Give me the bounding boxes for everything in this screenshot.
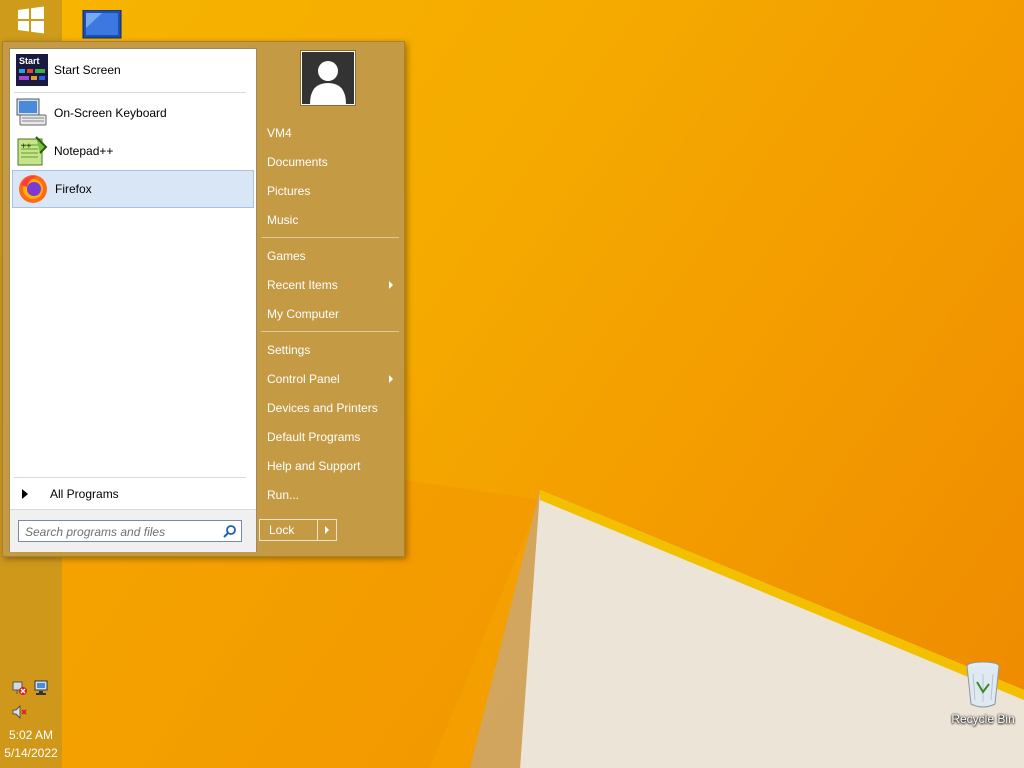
- menu-item-label: Pictures: [267, 184, 311, 198]
- user-avatar-icon: [302, 52, 354, 104]
- program-label: Firefox: [55, 182, 92, 196]
- menu-item-devices-and-printers[interactable]: Devices and Printers: [261, 395, 399, 421]
- recycle-bin-label: Recycle Bin: [951, 712, 1015, 726]
- system-tray: [10, 680, 56, 726]
- menu-item-label: VM4: [267, 126, 292, 140]
- program-start-screen[interactable]: Start Start Screen: [12, 51, 254, 89]
- clock-date: 5/14/2022: [4, 746, 58, 760]
- menu-item-label: Recent Items: [267, 278, 338, 292]
- menu-item-run[interactable]: Run...: [261, 482, 399, 508]
- keyboard-icon: [16, 97, 48, 129]
- separator: [261, 331, 399, 332]
- windows-logo-icon: [18, 6, 44, 34]
- menu-item-documents[interactable]: Documents: [261, 149, 399, 175]
- start-menu: Start Start Screen On-Screen Keyboard ++…: [2, 41, 405, 557]
- separator: [14, 92, 246, 93]
- notepad-plus-plus-icon: ++: [16, 135, 48, 167]
- svg-text:Start: Start: [19, 56, 40, 66]
- menu-item-label: Documents: [267, 155, 328, 169]
- menu-item-default-programs[interactable]: Default Programs: [261, 424, 399, 450]
- recycle-bin[interactable]: Recycle Bin: [946, 660, 1020, 730]
- menu-item-label: My Computer: [267, 307, 340, 321]
- program-label: Start Screen: [54, 63, 121, 77]
- network-icon[interactable]: [34, 680, 50, 696]
- svg-text:++: ++: [21, 141, 32, 151]
- programs-pane: Start Start Screen On-Screen Keyboard ++…: [9, 48, 257, 552]
- program-on-screen-keyboard[interactable]: On-Screen Keyboard: [12, 94, 254, 132]
- separator: [14, 477, 246, 478]
- user-avatar[interactable]: [301, 51, 355, 105]
- start-screen-icon: Start: [16, 54, 48, 86]
- menu-item-vm4[interactable]: VM4: [261, 120, 399, 146]
- clock-time: 5:02 AM: [8, 728, 54, 742]
- menu-item-label: Run...: [267, 488, 300, 502]
- lock-split-button: Lock: [259, 519, 337, 541]
- menu-item-games[interactable]: Games: [261, 243, 399, 269]
- menu-item-label: Settings: [267, 343, 311, 357]
- menu-item-label: Control Panel: [267, 372, 340, 386]
- triangle-right-icon: [22, 489, 28, 499]
- network-error-icon[interactable]: [12, 680, 28, 696]
- all-programs-button[interactable]: All Programs: [12, 481, 254, 507]
- menu-item-label: Help and Support: [267, 459, 361, 473]
- menu-item-label: Music: [267, 213, 299, 227]
- search-icon[interactable]: [223, 524, 237, 538]
- program-label: On-Screen Keyboard: [54, 106, 167, 120]
- submenu-arrow-icon: [389, 375, 393, 383]
- speaker-muted-icon[interactable]: [12, 704, 28, 720]
- menu-item-music[interactable]: Music: [261, 207, 399, 233]
- separator: [261, 237, 399, 238]
- lock-button[interactable]: Lock: [260, 520, 317, 540]
- menu-item-label: Default Programs: [267, 430, 361, 444]
- menu-item-label: Games: [267, 249, 306, 263]
- computer-icon: [82, 9, 122, 39]
- program-notepad-plus-plus[interactable]: ++ Notepad++: [12, 132, 254, 170]
- search-area: [10, 509, 256, 552]
- lock-label: Lock: [269, 523, 295, 537]
- start-button[interactable]: [16, 6, 46, 34]
- menu-item-label: Devices and Printers: [267, 401, 378, 415]
- menu-item-help-and-support[interactable]: Help and Support: [261, 453, 399, 479]
- program-firefox[interactable]: Firefox: [12, 170, 254, 208]
- computer-shortcut[interactable]: [80, 9, 124, 42]
- search-input[interactable]: [23, 522, 223, 542]
- menu-item-settings[interactable]: Settings: [261, 337, 399, 363]
- menu-item-my-computer[interactable]: My Computer: [261, 301, 399, 327]
- power-options-arrow-button[interactable]: [317, 520, 336, 540]
- recycle-bin-icon: [966, 661, 1000, 708]
- menu-item-pictures[interactable]: Pictures: [261, 178, 399, 204]
- all-programs-label: All Programs: [50, 487, 119, 501]
- menu-item-recent-items[interactable]: Recent Items: [261, 272, 399, 298]
- menu-item-control-panel[interactable]: Control Panel: [261, 366, 399, 392]
- program-label: Notepad++: [54, 144, 114, 158]
- taskbar-clock[interactable]: 5:02 AM 5/14/2022: [0, 726, 62, 762]
- submenu-arrow-icon: [389, 281, 393, 289]
- firefox-icon: [17, 173, 49, 205]
- search-box[interactable]: [18, 520, 242, 542]
